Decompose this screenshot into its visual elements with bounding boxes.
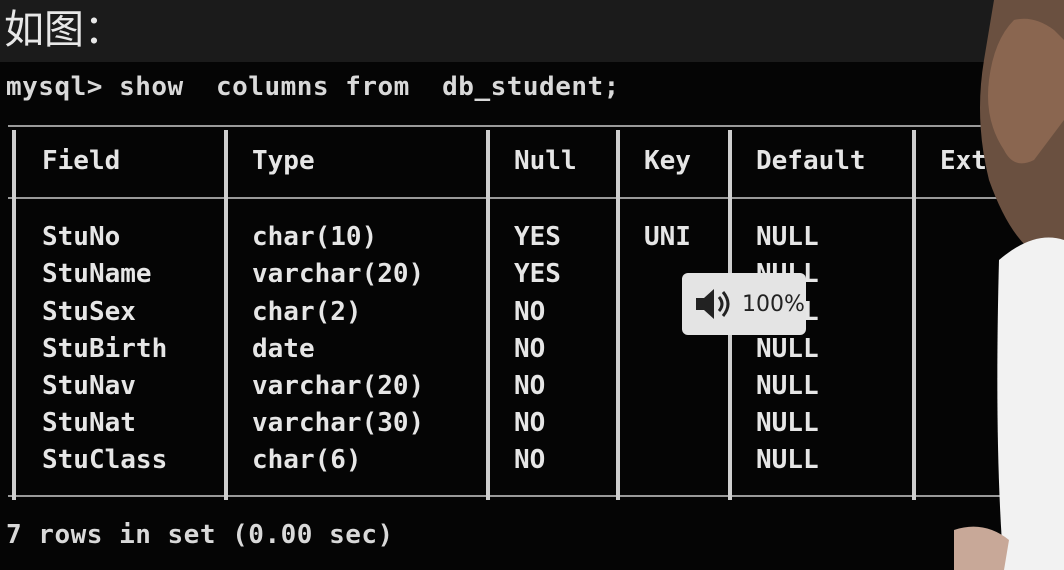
cell-default: NULL [756,222,819,252]
terminal-window: mysql> show columns from db_student; Fie… [0,62,1064,570]
cell-null: YES [514,222,561,252]
cell-type: varchar(20) [252,371,425,401]
cell-field: StuBirth [42,334,168,364]
cell-null: NO [514,408,546,438]
result-footer: 7 rows in set (0.00 sec) [6,520,394,550]
table-separator [486,130,490,500]
cell-type: varchar(20) [252,259,425,289]
header-null: Null [514,146,577,176]
table-border-header [8,197,1038,199]
cell-type: varchar(30) [252,408,425,438]
cell-default: NULL [756,334,819,364]
cell-type: char(6) [252,445,362,475]
command-line: mysql> show columns from db_student; [6,72,620,102]
volume-overlay: 100% [682,273,806,335]
table-separator [12,130,16,500]
table-separator [912,130,916,500]
header-type: Type [252,146,315,176]
cell-field: StuNat [42,408,136,438]
table-border-bottom [8,495,1038,497]
caption-bar: 如图： [0,0,1064,62]
cell-default: NULL [756,445,819,475]
presenter-image [954,0,1064,570]
cell-type: char(10) [252,222,378,252]
cell-field: StuName [42,259,152,289]
table-separator [616,130,620,500]
cell-key: UNI [644,222,691,252]
cell-null: NO [514,371,546,401]
caption-text: 如图： [4,7,124,53]
cell-default: NULL [756,408,819,438]
header-default: Default [756,146,866,176]
cell-field: StuNav [42,371,136,401]
header-key: Key [644,146,691,176]
cell-null: NO [514,297,546,327]
speaker-icon [696,289,730,319]
cell-field: StuSex [42,297,136,327]
volume-level: 100% [742,291,805,317]
cell-null: YES [514,259,561,289]
cell-null: NO [514,334,546,364]
cell-field: StuNo [42,222,121,252]
cell-field: StuClass [42,445,168,475]
header-field: Field [42,146,121,176]
cell-null: NO [514,445,546,475]
table-separator [224,130,228,500]
table-border-top [8,125,1038,127]
cell-type: char(2) [252,297,362,327]
cell-default: NULL [756,371,819,401]
cell-type: date [252,334,315,364]
